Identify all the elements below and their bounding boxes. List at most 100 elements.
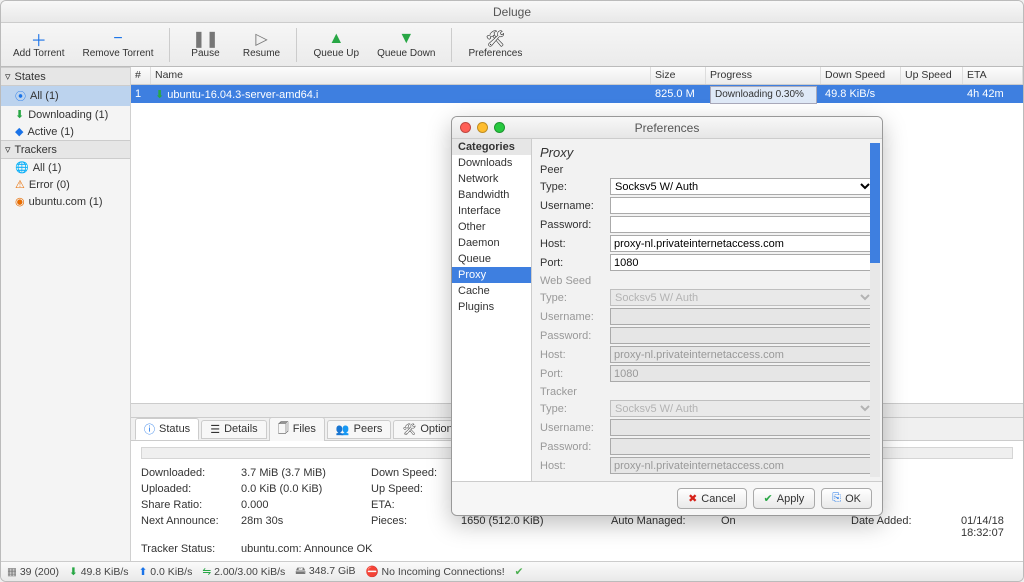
preferences-scrollbar[interactable]	[870, 143, 880, 477]
auto-value: On	[721, 515, 851, 539]
category-bandwidth[interactable]: Bandwidth	[452, 187, 531, 203]
col-size[interactable]: Size	[651, 67, 706, 84]
category-queue[interactable]: Queue	[452, 251, 531, 267]
pieces-value: 1650 (512.0 KiB)	[461, 515, 611, 539]
col-up[interactable]: Up Speed	[901, 67, 963, 84]
date-label: Date Added:	[851, 515, 961, 539]
webseed-username-input	[610, 308, 874, 325]
statusbar: ▦ 39 (200) ⬇ 49.8 KiB/s ⬆ 0.0 KiB/s ⇋ 2.…	[1, 561, 1023, 581]
webseed-port-input	[610, 365, 874, 382]
ok-icon: ⎘	[832, 492, 841, 505]
queue-up-button[interactable]: ▲Queue Up	[307, 25, 365, 65]
sidebar: ▿States ⦿All (1) ⬇Downloading (1) ◆Activ…	[1, 67, 131, 561]
next-value: 28m 30s	[241, 515, 371, 539]
files-icon: 🗍	[278, 420, 289, 439]
category-daemon[interactable]: Daemon	[452, 235, 531, 251]
sidebar-item-active[interactable]: ◆Active (1)	[1, 123, 130, 140]
connections-status[interactable]: ▦ 39 (200)	[7, 566, 59, 578]
sidebar-tracker-error[interactable]: ⚠Error (0)	[1, 176, 130, 193]
tab-files[interactable]: 🗍Files	[269, 417, 325, 442]
uploaded-label: Uploaded:	[141, 483, 241, 495]
date-value: 01/14/18 18:32:07	[961, 515, 1013, 539]
preferences-titlebar[interactable]: Preferences	[452, 117, 882, 139]
space-status[interactable]: 🖴 348.7 GiB	[295, 563, 355, 581]
disclosure-icon: ▿	[5, 143, 11, 156]
pause-button[interactable]: ❚❚Pause	[180, 25, 230, 65]
arrow-down-icon: ▼	[397, 30, 415, 48]
tracker-password-input	[610, 438, 874, 455]
ratio-icon: ⇋	[202, 566, 211, 578]
eta-label: ETA:	[371, 499, 461, 511]
col-name[interactable]: Name	[151, 67, 651, 84]
webseed-type-select: Socksv5 W/ Auth	[610, 289, 874, 306]
resume-button[interactable]: ▷Resume	[236, 25, 286, 65]
sidebar-item-all[interactable]: ⦿All (1)	[1, 86, 130, 106]
preferences-form: Proxy Peer Type:Socksv5 W/ Auth Username…	[532, 139, 882, 481]
peer-username-input[interactable]	[610, 197, 874, 214]
main-window: Deluge ＋Add Torrent −Remove Torrent ❚❚Pa…	[0, 0, 1024, 582]
health-icon[interactable]: ✔	[515, 566, 524, 578]
torrent-row[interactable]: 1 ⬇ ubuntu-16.04.3-server-amd64.i 825.0 …	[131, 85, 1023, 103]
preferences-title: Preferences	[452, 121, 882, 135]
downloaded-label: Downloaded:	[141, 467, 241, 479]
add-torrent-button[interactable]: ＋Add Torrent	[7, 25, 71, 65]
webseed-host-input	[610, 346, 874, 363]
category-other[interactable]: Other	[452, 219, 531, 235]
ratio-status[interactable]: ⇋ 2.00/3.00 KiB/s	[202, 566, 285, 578]
col-progress[interactable]: Progress	[706, 67, 821, 84]
sidebar-tracker-ubuntu[interactable]: ◉ubuntu.com (1)	[1, 193, 130, 210]
info-icon: ⓘ	[144, 421, 155, 437]
sidebar-item-downloading[interactable]: ⬇Downloading (1)	[1, 106, 130, 123]
cancel-icon: ✖	[688, 492, 697, 505]
peer-type-select[interactable]: Socksv5 W/ Auth	[610, 178, 874, 195]
col-eta[interactable]: ETA	[963, 67, 1023, 84]
category-downloads[interactable]: Downloads	[452, 155, 531, 171]
incoming-status[interactable]: ⛔ No Incoming Connections!	[366, 565, 505, 578]
peer-host-input[interactable]	[610, 235, 874, 252]
tracker-status-value: ubuntu.com: Announce OK	[241, 543, 1013, 555]
minus-icon: −	[109, 30, 127, 48]
down-status[interactable]: ⬇ 49.8 KiB/s	[69, 566, 129, 578]
all-icon: 🌐	[15, 161, 29, 174]
torrent-table-header: # Name Size Progress Down Speed Up Speed…	[131, 67, 1023, 85]
network-icon: ▦	[7, 566, 17, 578]
category-interface[interactable]: Interface	[452, 203, 531, 219]
category-proxy[interactable]: Proxy	[452, 267, 531, 283]
tracker-type-select: Socksv5 W/ Auth	[610, 400, 874, 417]
sidebar-states-header[interactable]: ▿States	[1, 67, 130, 86]
upspeed-label: Up Speed:	[371, 483, 461, 495]
preferences-buttons: ✖Cancel ✔Apply ⎘OK	[452, 481, 882, 515]
cancel-button[interactable]: ✖Cancel	[677, 488, 746, 509]
tab-details[interactable]: ☰Details	[201, 420, 267, 439]
auto-label: Auto Managed:	[611, 515, 721, 539]
peer-section: Peer	[540, 164, 874, 176]
error-icon: ⛔	[366, 566, 379, 578]
col-down[interactable]: Down Speed	[821, 67, 901, 84]
apply-button[interactable]: ✔Apply	[753, 488, 816, 509]
downloaded-value: 3.7 MiB (3.7 MiB)	[241, 467, 371, 479]
sidebar-trackers-header[interactable]: ▿Trackers	[1, 140, 130, 159]
share-label: Share Ratio:	[141, 499, 241, 511]
category-network[interactable]: Network	[452, 171, 531, 187]
category-cache[interactable]: Cache	[452, 283, 531, 299]
remove-torrent-button[interactable]: −Remove Torrent	[77, 25, 160, 65]
category-plugins[interactable]: Plugins	[452, 299, 531, 315]
ok-button[interactable]: ⎘OK	[821, 488, 872, 509]
col-num[interactable]: #	[131, 67, 151, 84]
pieces-label: Pieces:	[371, 515, 461, 539]
play-icon: ▷	[252, 30, 270, 48]
tracker-status-label: Tracker Status:	[141, 543, 241, 555]
queue-down-button[interactable]: ▼Queue Down	[371, 25, 441, 65]
download-icon: ⬇	[155, 89, 164, 101]
peer-port-input[interactable]	[610, 254, 874, 271]
preferences-button[interactable]: 🛠Preferences	[462, 25, 528, 65]
tab-status[interactable]: ⓘStatus	[135, 418, 199, 440]
sidebar-tracker-all[interactable]: 🌐All (1)	[1, 159, 130, 176]
pause-icon: ❚❚	[196, 30, 214, 48]
upload-icon: ⬆	[139, 566, 148, 578]
tab-peers[interactable]: 👥Peers	[327, 420, 391, 439]
disclosure-icon: ▿	[5, 70, 11, 83]
peer-password-input[interactable]	[610, 216, 874, 233]
categories-header: Categories	[452, 139, 531, 155]
up-status[interactable]: ⬆ 0.0 KiB/s	[139, 566, 193, 578]
